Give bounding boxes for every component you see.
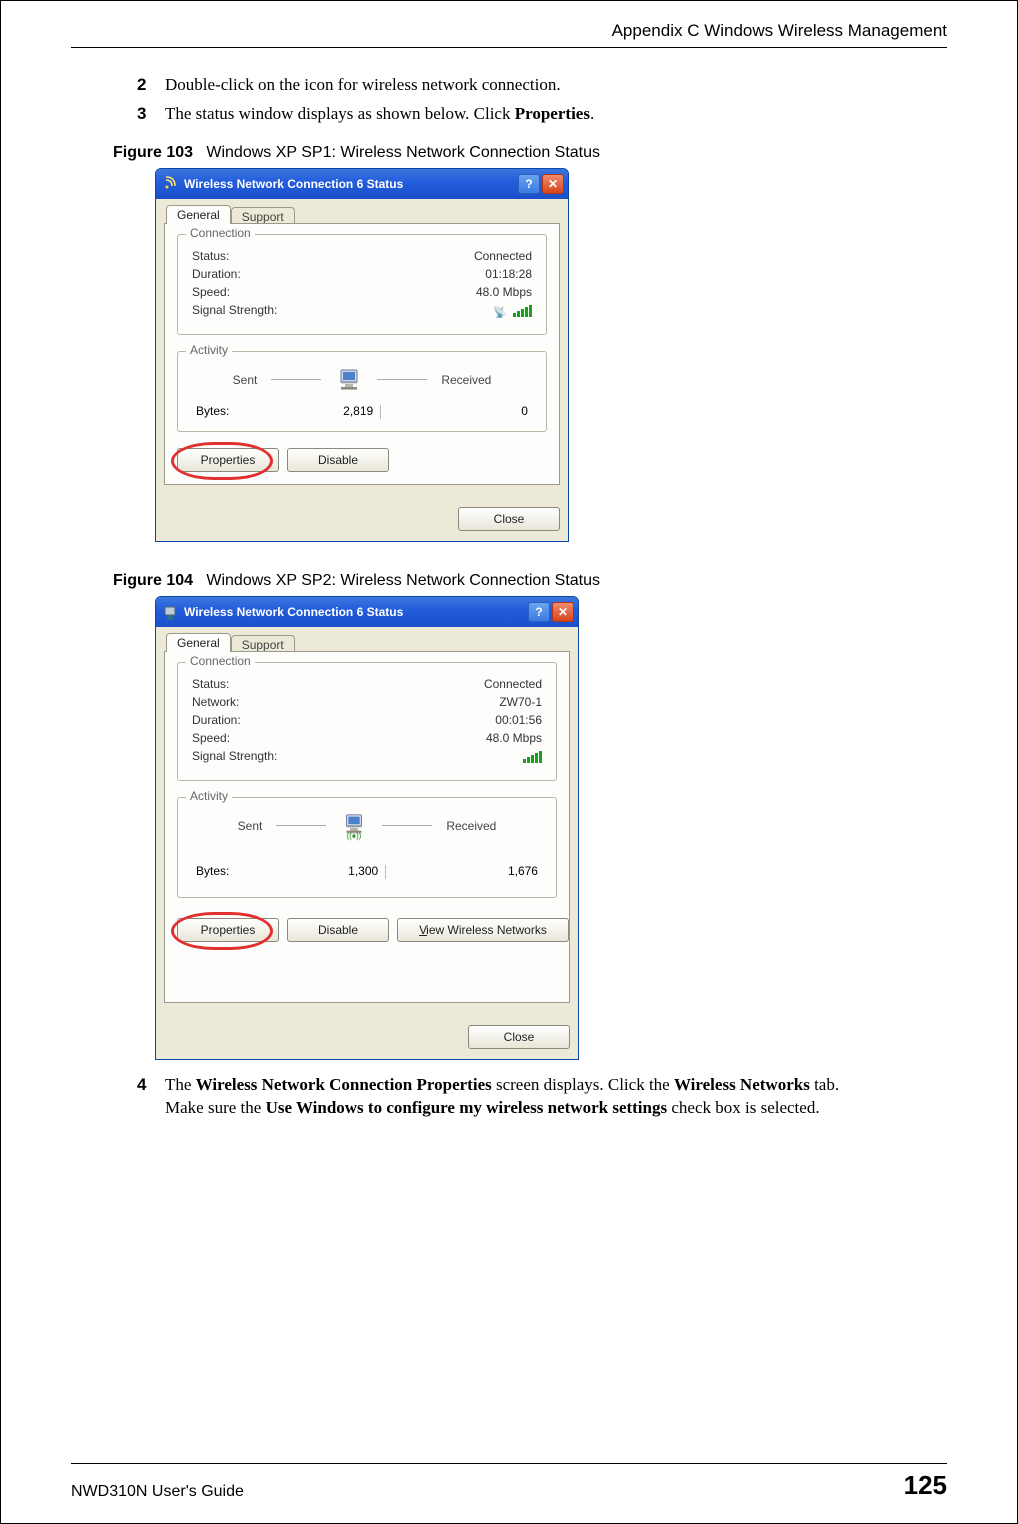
tab-pane: Connection Status: Connected Network: ZW70…: [164, 651, 570, 1003]
tab-general[interactable]: General: [166, 205, 231, 224]
activity-received-label: Received: [441, 373, 491, 387]
step-2: 2 Double-click on the icon for wireless …: [137, 74, 947, 97]
value-bytes-received: 1,676: [425, 864, 538, 879]
text: tab.: [810, 1075, 839, 1094]
tab-general[interactable]: General: [166, 633, 231, 652]
help-button[interactable]: ?: [528, 602, 550, 622]
figure-number: Figure 103: [113, 144, 193, 161]
value-duration: 01:18:28: [422, 267, 532, 281]
page-number: 125: [904, 1470, 947, 1501]
step-text: The status window displays as shown belo…: [165, 103, 947, 126]
label-speed: Speed:: [192, 285, 230, 299]
label-bytes: Bytes:: [196, 864, 309, 879]
value-network: ZW70-1: [432, 695, 542, 709]
group-legend: Activity: [186, 343, 232, 357]
figure-title: Windows XP SP2: Wireless Network Connect…: [206, 572, 600, 589]
label-duration: Duration:: [192, 267, 241, 281]
value-bytes-sent: 2,819: [307, 404, 417, 419]
groupbox-connection: Connection Status:Connected Duration:01:…: [177, 234, 547, 335]
step-number: 3: [137, 103, 165, 126]
text: The status window displays as shown belo…: [165, 104, 515, 123]
figure-title: Windows XP SP1: Wireless Network Connect…: [206, 144, 600, 161]
activity-sent-label: Sent: [238, 819, 263, 833]
wireless-icon: [162, 176, 178, 192]
step-number: 4: [137, 1074, 165, 1120]
computer-activity-icon: ((●)): [340, 814, 368, 838]
properties-button[interactable]: Properties: [177, 448, 279, 472]
footer-title: NWD310N User's Guide: [71, 1483, 244, 1501]
text: Make sure the: [165, 1098, 266, 1117]
close-button[interactable]: Close: [458, 507, 560, 531]
value-signal: 📡: [422, 303, 532, 320]
close-button[interactable]: Close: [468, 1025, 570, 1049]
figure-104-dialog: Wireless Network Connection 6 Status ? ✕…: [155, 596, 579, 1060]
label-signal: Signal Strength:: [192, 749, 277, 766]
disable-button[interactable]: Disable: [287, 918, 389, 942]
tab-pane: Connection Status: Connected Duration: 01:…: [164, 223, 560, 485]
computer-activity-icon: [335, 368, 363, 392]
value-bytes-received: 0: [418, 404, 528, 419]
figure-103-dialog: Wireless Network Connection 6 Status ? ✕…: [155, 168, 569, 542]
text: .: [590, 104, 594, 123]
bold-text: Use Windows to configure my wireless net…: [266, 1098, 668, 1117]
activity-sent-label: Sent: [233, 373, 258, 387]
value-status: Connected: [432, 677, 542, 691]
signal-bars-icon: [523, 749, 542, 763]
close-icon[interactable]: ✕: [542, 174, 564, 194]
wireless-icon: [162, 604, 178, 620]
groupbox-activity: Activity Sent ((●)) Received B: [177, 797, 557, 898]
tab-strip: General Support: [164, 205, 560, 224]
text: check box is selected.: [667, 1098, 819, 1117]
tab-strip: General Support: [164, 633, 570, 652]
value-bytes-sent: 1,300: [311, 864, 424, 879]
bold-text: Properties: [515, 104, 590, 123]
disable-button[interactable]: Disable: [287, 448, 389, 472]
figure-number: Figure 104: [113, 572, 193, 589]
label-speed: Speed:: [192, 731, 230, 745]
close-icon[interactable]: ✕: [552, 602, 574, 622]
label-duration: Duration:: [192, 713, 241, 727]
page-footer: NWD310N User's Guide 125: [71, 1463, 947, 1501]
svg-text:((●)): ((●)): [347, 831, 362, 840]
label-status: Status:: [192, 249, 229, 263]
text: screen displays. Click the: [492, 1075, 674, 1094]
value-speed: 48.0 Mbps: [422, 285, 532, 299]
value-duration: 00:01:56: [432, 713, 542, 727]
step-number: 2: [137, 74, 165, 97]
step-text: Double-click on the icon for wireless ne…: [165, 74, 947, 97]
label-signal: Signal Strength:: [192, 303, 277, 320]
group-legend: Connection: [186, 654, 255, 668]
bold-text: Wireless Networks: [674, 1075, 810, 1094]
titlebar[interactable]: Wireless Network Connection 6 Status ? ✕: [156, 597, 578, 627]
value-speed: 48.0 Mbps: [432, 731, 542, 745]
titlebar[interactable]: Wireless Network Connection 6 Status ? ✕: [156, 169, 568, 199]
step-3: 3 The status window displays as shown be…: [137, 103, 947, 126]
step-text: The Wireless Network Connection Properti…: [165, 1074, 947, 1120]
help-button[interactable]: ?: [518, 174, 540, 194]
label-network: Network:: [192, 695, 239, 709]
activity-received-label: Received: [446, 819, 496, 833]
figure-104-caption: Figure 104 Windows XP SP2: Wireless Netw…: [113, 572, 947, 590]
label-bytes: Bytes:: [196, 404, 306, 419]
value-status: Connected: [422, 249, 532, 263]
view-wireless-networks-button[interactable]: View Wireless Networks: [397, 918, 569, 942]
group-legend: Connection: [186, 226, 255, 240]
running-header: Appendix C Windows Wireless Management: [71, 21, 947, 48]
window-title: Wireless Network Connection 6 Status: [184, 177, 518, 191]
groupbox-connection: Connection Status:Connected Network:ZW70…: [177, 662, 557, 781]
window-title: Wireless Network Connection 6 Status: [184, 605, 528, 619]
step-4: 4 The Wireless Network Connection Proper…: [137, 1074, 947, 1120]
btn-text: iew Wireless Networks: [426, 923, 547, 937]
text: The: [165, 1075, 196, 1094]
value-signal: [432, 749, 542, 766]
label-status: Status:: [192, 677, 229, 691]
groupbox-activity: Activity Sent Received Bytes:: [177, 351, 547, 432]
bold-text: Wireless Network Connection Properties: [196, 1075, 492, 1094]
antenna-icon: 📡: [493, 306, 507, 319]
properties-button[interactable]: Properties: [177, 918, 279, 942]
group-legend: Activity: [186, 789, 232, 803]
figure-103-caption: Figure 103 Windows XP SP1: Wireless Netw…: [113, 144, 947, 162]
signal-bars-icon: [513, 303, 532, 317]
